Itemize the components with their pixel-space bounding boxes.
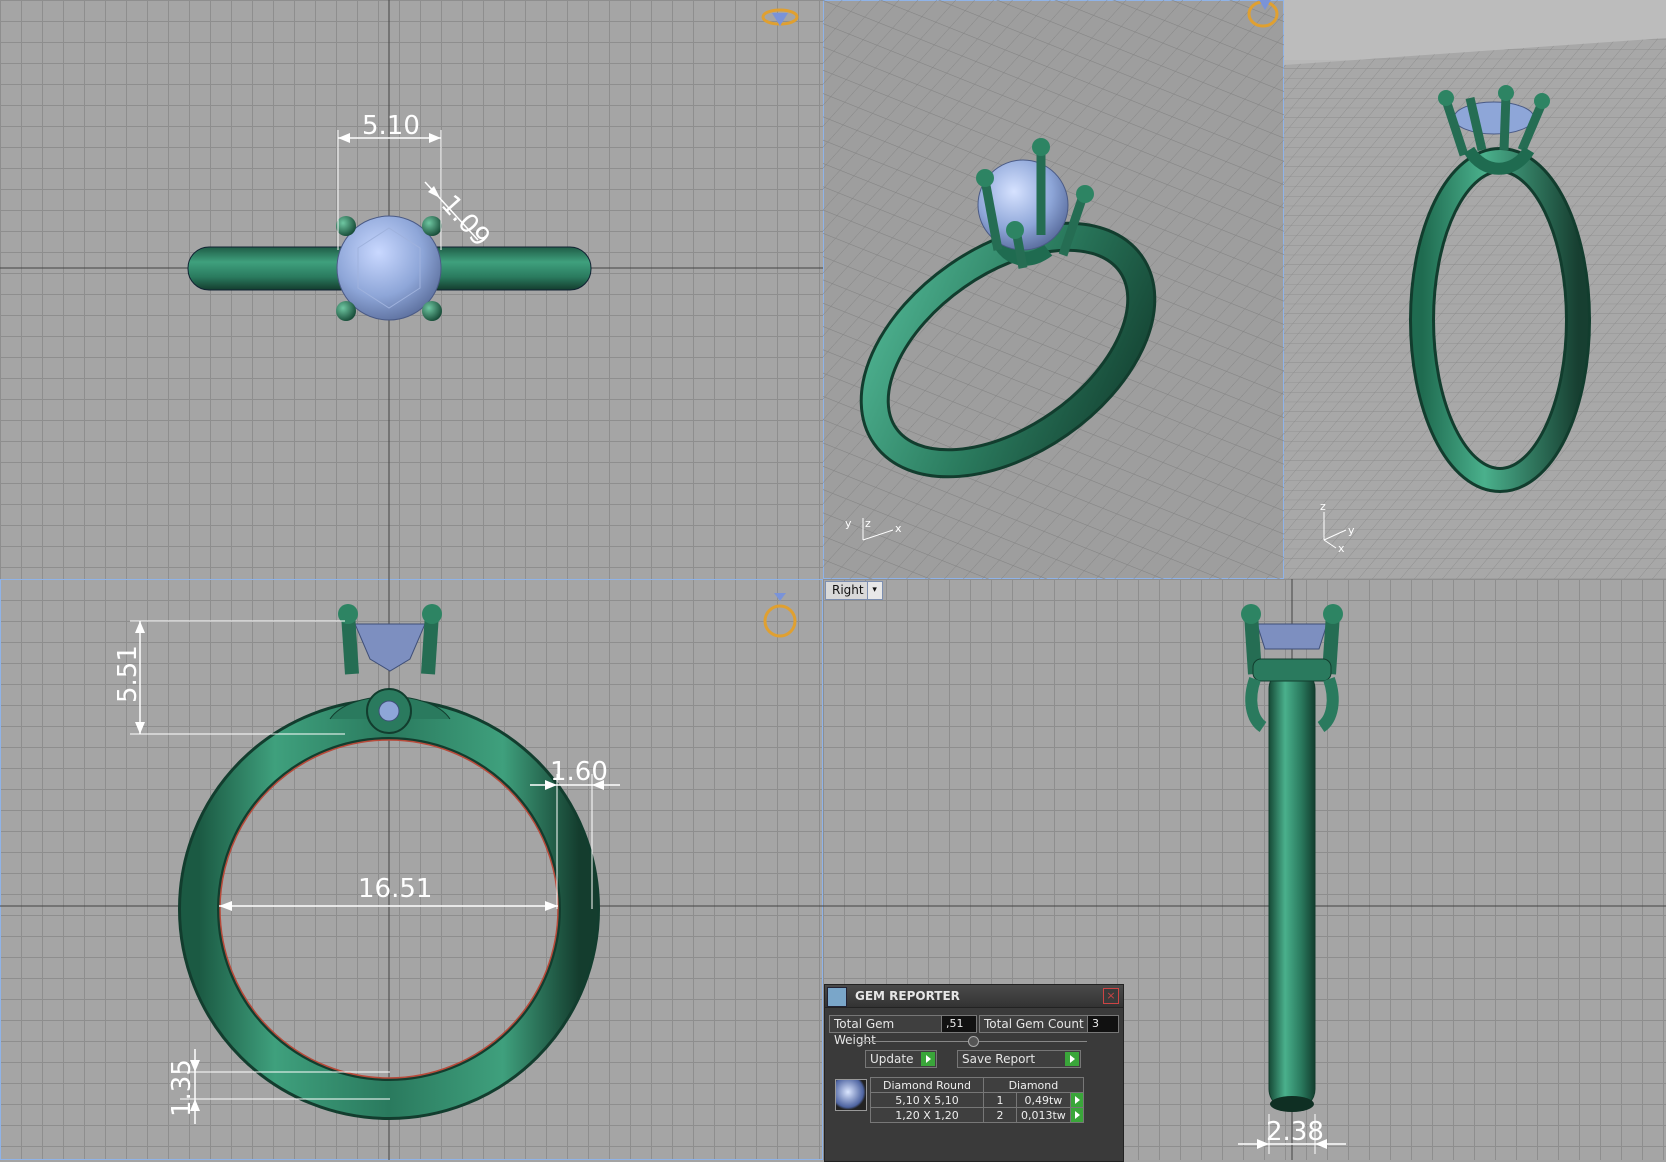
total-gem-count-label: Total Gem Count xyxy=(979,1015,1089,1033)
viewport-top-canvas: 5.10 1.09 xyxy=(0,0,823,579)
svg-text:x: x xyxy=(1338,542,1345,555)
row-go-icon[interactable] xyxy=(1069,1107,1084,1123)
gem-count: 1 xyxy=(983,1092,1017,1108)
svg-text:z: z xyxy=(1320,500,1326,513)
gem-count: 2 xyxy=(983,1107,1017,1123)
view-label-text: Right xyxy=(832,583,864,597)
dimension-side-bottom: 2.38 xyxy=(1266,1117,1324,1147)
view-label-dropdown[interactable]: Right ▾ xyxy=(825,581,883,600)
update-label: Update xyxy=(870,1052,914,1066)
viewport-perspective-1-canvas: y z x xyxy=(823,0,1284,579)
gem-reporter-titlebar[interactable]: GEM REPORTER × xyxy=(825,985,1123,1008)
diamond-round-thumbnail-icon xyxy=(835,1079,867,1111)
view-cube-icon[interactable] xyxy=(763,593,797,638)
viewport-front-canvas: 5.51 1.60 16.51 1.35 xyxy=(0,579,823,1160)
play-icon xyxy=(1065,1052,1079,1066)
gem-weight: 0,49tw xyxy=(1016,1092,1071,1108)
prong xyxy=(336,216,356,236)
close-icon[interactable]: × xyxy=(1103,988,1119,1004)
update-button[interactable]: Update xyxy=(865,1050,937,1068)
svg-text:z: z xyxy=(865,517,871,530)
gem-weight: 0,013tw xyxy=(1016,1107,1071,1123)
gem-table-header-cell: Diamond Round xyxy=(870,1077,984,1093)
viewport-perspective-2[interactable]: z y x xyxy=(1284,0,1666,579)
chevron-down-icon[interactable]: ▾ xyxy=(866,582,882,599)
viewport-front[interactable]: 5.51 1.60 16.51 1.35 xyxy=(0,579,823,1160)
splitter-knob-icon[interactable] xyxy=(968,1036,979,1047)
ring-side xyxy=(1241,604,1343,1112)
dimension-front-inner: 16.51 xyxy=(358,874,432,904)
table-row[interactable]: 5,10 X 5,10 1 0,49tw xyxy=(870,1092,1084,1108)
dimension-top-width: 5.10 xyxy=(362,111,420,141)
total-gem-weight-value: ,51 xyxy=(941,1015,977,1033)
total-gem-count-value: 3 xyxy=(1087,1015,1119,1033)
viewport-perspective-2-canvas: z y x xyxy=(1284,0,1666,579)
svg-text:x: x xyxy=(895,522,902,535)
viewport-top[interactable]: 5.10 1.09 xyxy=(0,0,823,579)
gem-size: 1,20 X 1,20 xyxy=(870,1107,984,1123)
prong xyxy=(336,301,356,321)
gem-reporter-title: GEM REPORTER xyxy=(855,989,960,1003)
prong xyxy=(422,301,442,321)
save-report-button[interactable]: Save Report xyxy=(957,1050,1081,1068)
gem-table-header-cell: Diamond xyxy=(983,1077,1084,1093)
play-icon xyxy=(921,1052,935,1066)
gem-reporter-panel[interactable]: GEM REPORTER × Total Gem Weight ,51 Tota… xyxy=(824,984,1124,1162)
dimension-front-shank: 1.60 xyxy=(550,757,608,787)
row-go-icon[interactable] xyxy=(1069,1092,1084,1108)
save-report-label: Save Report xyxy=(962,1052,1036,1066)
view-cube-icon[interactable] xyxy=(761,8,799,26)
gem-reporter-icon xyxy=(827,987,847,1007)
dimension-front-bottom: 1.35 xyxy=(167,1059,197,1117)
total-gem-weight-label: Total Gem Weight xyxy=(829,1015,943,1047)
gem-table-header: Diamond Round Diamond xyxy=(870,1077,1084,1093)
dimension-top-prong: 1.09 xyxy=(435,190,496,253)
table-row[interactable]: 1,20 X 1,20 2 0,013tw xyxy=(870,1107,1084,1123)
dimension-front-height: 5.51 xyxy=(113,645,143,703)
svg-text:y: y xyxy=(845,517,852,530)
svg-text:y: y xyxy=(1348,524,1355,537)
viewport-perspective-1[interactable]: y z x xyxy=(823,0,1284,579)
gem-size: 5,10 X 5,10 xyxy=(870,1092,984,1108)
prong xyxy=(422,216,442,236)
gem-table: Diamond Round Diamond 5,10 X 5,10 1 0,49… xyxy=(870,1077,1084,1123)
